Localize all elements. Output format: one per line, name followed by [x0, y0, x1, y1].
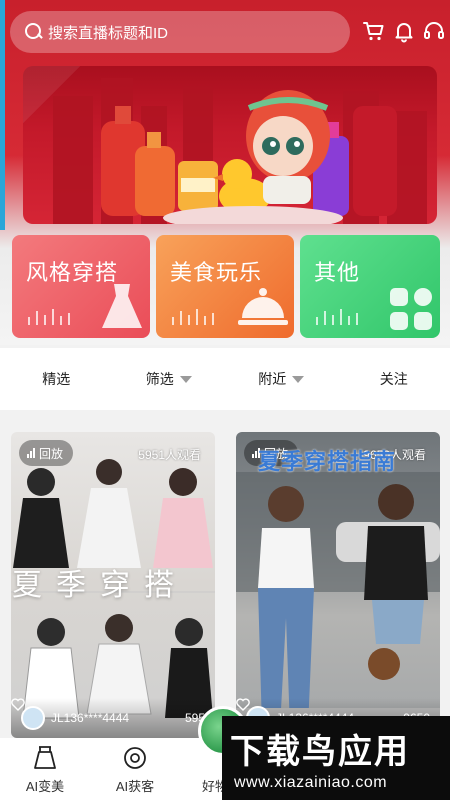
equalizer-icon: [316, 309, 358, 325]
viewer-count: 5951人观看: [138, 448, 201, 462]
replay-label: 回放: [39, 446, 64, 461]
filter-following-label: 关注: [379, 371, 408, 387]
category-other[interactable]: 其他: [300, 235, 440, 338]
heart-icon: [236, 698, 250, 711]
equalizer-icon: [172, 309, 214, 325]
replay-badge: 回放: [19, 440, 74, 466]
chevron-down-icon: [179, 375, 192, 383]
video-title-overlay: 夏季穿搭: [12, 568, 188, 603]
signal-icon: [27, 448, 35, 458]
card-footer: JL136****4444 595: [11, 698, 215, 738]
nav-ai-customers-label: AI获客: [115, 779, 155, 794]
nav-ai-beauty-label: AI变美: [25, 779, 65, 794]
filter-nearby-label: 附近: [258, 371, 287, 387]
cart-icon[interactable]: [362, 18, 386, 44]
video-thumbnail: [236, 472, 440, 738]
bell-icon[interactable]: [392, 18, 416, 44]
filter-featured-label: 精选: [42, 371, 71, 387]
filter-screen[interactable]: 筛选: [113, 369, 226, 389]
chevron-down-icon: [292, 375, 305, 383]
grid-apps-icon: [390, 288, 432, 330]
nav-ai-beauty[interactable]: AI变美: [10, 744, 80, 795]
search-icon: [24, 22, 44, 42]
search-bar[interactable]: 搜索直播标题和ID: [10, 11, 350, 53]
dress-icon: [102, 284, 142, 328]
equalizer-icon: [28, 309, 70, 325]
watermark-url: www.xiazainiao.com: [234, 774, 388, 791]
edge-strip: [0, 0, 5, 230]
skirt-icon: [34, 746, 56, 769]
video-card[interactable]: 回放 9650人观看 JL136****4444 9650: [236, 432, 440, 738]
category-other-label: 其他: [314, 260, 361, 285]
filter-following[interactable]: 关注: [338, 369, 450, 389]
watermark-brand: 下载鸟应用: [230, 732, 410, 772]
category-food[interactable]: 美食玩乐: [156, 235, 294, 338]
filter-bar: 精选 筛选 附近 关注: [0, 348, 450, 410]
watermark: 下载鸟应用 www.xiazainiao.com: [222, 716, 450, 800]
category-style[interactable]: 风格穿搭: [12, 235, 150, 338]
username: JL136****4444: [51, 711, 130, 725]
header-actions: [362, 18, 446, 44]
filter-nearby[interactable]: 附近: [225, 369, 338, 389]
category-food-label: 美食玩乐: [170, 260, 263, 285]
filter-screen-label: 筛选: [145, 371, 174, 387]
filter-featured[interactable]: 精选: [0, 369, 113, 389]
cloche-icon: [238, 288, 288, 325]
banner-illustration: [53, 78, 427, 224]
nav-ai-customers[interactable]: AI获客: [100, 744, 170, 795]
headset-icon[interactable]: [422, 18, 446, 44]
heart-icon: [11, 698, 25, 711]
search-placeholder: 搜索直播标题和ID: [48, 24, 169, 42]
target-icon: [124, 747, 146, 769]
promo-banner[interactable]: [23, 66, 437, 224]
video-title-overlay: 夏季穿搭指南: [258, 449, 397, 474]
